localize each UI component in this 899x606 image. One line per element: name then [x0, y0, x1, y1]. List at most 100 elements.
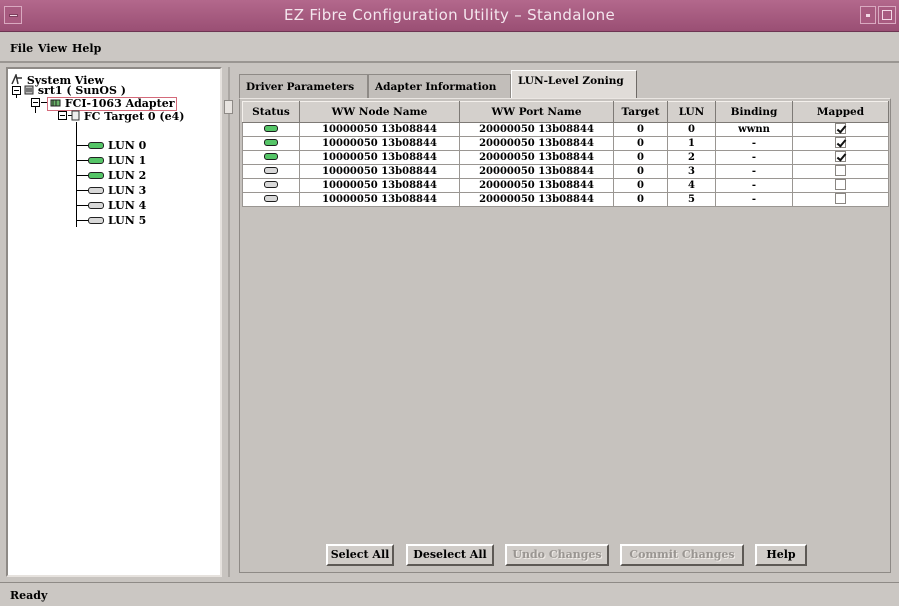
tree-adapter-label: FCI-1063 Adapter	[64, 97, 175, 110]
table-row[interactable]: 10000050 13b08844 20000050 13b08844 0 0 …	[242, 122, 889, 137]
mapped-cell	[792, 122, 889, 137]
mapped-cell	[792, 164, 889, 179]
title-bar: EZ Fibre Configuration Utility – Standal…	[0, 0, 899, 32]
target-cell: 0	[613, 150, 668, 165]
tab-adapter-information[interactable]: Adapter Information	[368, 74, 511, 98]
collapse-adapter-toggle[interactable]	[31, 98, 40, 107]
button-label: Undo Changes	[512, 548, 602, 561]
tree-lun-2[interactable]: LUN 2	[88, 170, 146, 182]
tree-lun-0[interactable]: LUN 0	[88, 140, 146, 152]
tree-lun-1[interactable]: LUN 1	[88, 155, 146, 167]
lun-cell: 4	[667, 178, 716, 193]
tree-connector	[76, 205, 88, 206]
button-label: Select All	[330, 548, 390, 561]
tree-lun-label: LUN 0	[108, 139, 147, 152]
mapped-checkbox[interactable]	[835, 165, 846, 176]
tree-connector	[76, 160, 88, 161]
menu-help[interactable]: Help	[72, 42, 101, 55]
port-name-cell: 20000050 13b08844	[459, 192, 614, 207]
zoning-content: Status WW Node Name WW Port Name Target …	[239, 98, 891, 573]
tree-lun-label: LUN 3	[108, 184, 147, 197]
lun-cell: 0	[667, 122, 716, 137]
tree-target[interactable]: FC Target 0 (e4)	[71, 110, 184, 123]
node-name-cell: 10000050 13b08844	[299, 136, 460, 151]
minimize-button[interactable]	[860, 6, 876, 24]
port-name-cell: 20000050 13b08844	[459, 178, 614, 193]
node-name-cell: 10000050 13b08844	[299, 178, 460, 193]
node-name-cell: 10000050 13b08844	[299, 150, 460, 165]
tree-lun-label: LUN 2	[108, 169, 147, 182]
lun-table: Status WW Node Name WW Port Name Target …	[242, 101, 889, 207]
system-tree[interactable]: System View srt1 ( SunOS ) FCI-1063 Adap…	[6, 67, 222, 577]
lun-disk-icon	[88, 157, 104, 164]
column-header[interactable]: WW Port Name	[459, 101, 614, 123]
tree-lun-5[interactable]: LUN 5	[88, 215, 146, 227]
binding-cell: wwnn	[715, 122, 793, 137]
binding-cell: -	[715, 192, 793, 207]
tree-host[interactable]: srt1 ( SunOS )	[24, 85, 126, 97]
table-row[interactable]: 10000050 13b08844 20000050 13b08844 0 5 …	[242, 192, 889, 207]
table-row[interactable]: 10000050 13b08844 20000050 13b08844 0 4 …	[242, 178, 889, 193]
tree-lun-label: LUN 5	[108, 214, 147, 227]
tree-connector	[76, 220, 88, 221]
status-cell	[242, 192, 300, 207]
help-button[interactable]: Help	[755, 544, 807, 566]
tree-adapter[interactable]: FCI-1063 Adapter	[47, 97, 178, 111]
undo-changes-button[interactable]: Undo Changes	[505, 544, 609, 566]
column-header[interactable]: LUN	[667, 101, 716, 123]
mapped-checkbox[interactable]	[835, 193, 846, 204]
port-name-cell: 20000050 13b08844	[459, 164, 614, 179]
tab-driver-parameters[interactable]: Driver Parameters	[239, 74, 368, 98]
lun-disk-icon	[88, 217, 104, 224]
tab-label: Driver Parameters	[246, 81, 355, 93]
tree-lun-3[interactable]: LUN 3	[88, 185, 146, 197]
binding-cell: -	[715, 178, 793, 193]
menu-view[interactable]: View	[38, 42, 67, 55]
target-cell: 0	[613, 136, 668, 151]
status-cell	[242, 150, 300, 165]
table-row[interactable]: 10000050 13b08844 20000050 13b08844 0 2 …	[242, 150, 889, 165]
select-all-button[interactable]: Select All	[326, 544, 394, 566]
tab-lun-level-zoning[interactable]: LUN-Level Zoning	[511, 70, 637, 99]
table-row[interactable]: 10000050 13b08844 20000050 13b08844 0 3 …	[242, 164, 889, 179]
menu-bar: File View Help	[0, 33, 899, 63]
status-led-icon	[264, 167, 278, 174]
mapped-cell	[792, 136, 889, 151]
splitter-handle[interactable]	[224, 100, 233, 114]
button-label: Help	[766, 548, 796, 561]
action-button-bar: Select All Deselect All Undo Changes Com…	[239, 534, 891, 572]
column-header[interactable]: WW Node Name	[299, 101, 460, 123]
commit-changes-button[interactable]: Commit Changes	[620, 544, 744, 566]
mapped-checkbox[interactable]	[835, 151, 846, 162]
maximize-button[interactable]	[878, 6, 896, 24]
column-header[interactable]: Status	[242, 101, 300, 123]
button-label: Deselect All	[413, 548, 487, 561]
collapse-target-toggle[interactable]	[58, 111, 67, 120]
column-header[interactable]: Target	[613, 101, 668, 123]
tree-lun-4[interactable]: LUN 4	[88, 200, 146, 212]
status-cell	[242, 122, 300, 137]
panel-splitter[interactable]	[228, 67, 230, 577]
status-cell	[242, 136, 300, 151]
column-header[interactable]: Binding	[715, 101, 793, 123]
table-row[interactable]: 10000050 13b08844 20000050 13b08844 0 1 …	[242, 136, 889, 151]
lun-cell: 5	[667, 192, 716, 207]
status-led-icon	[264, 181, 278, 188]
lun-cell: 2	[667, 150, 716, 165]
deselect-all-button[interactable]: Deselect All	[406, 544, 494, 566]
status-led-icon	[264, 139, 278, 146]
collapse-host-toggle[interactable]	[12, 86, 21, 95]
port-name-cell: 20000050 13b08844	[459, 150, 614, 165]
host-icon	[24, 85, 34, 95]
tree-host-label: srt1 ( SunOS )	[37, 84, 126, 97]
mapped-checkbox[interactable]	[835, 123, 846, 134]
target-icon	[71, 110, 80, 121]
menu-file-label: File	[10, 42, 34, 55]
lun-disk-icon	[88, 187, 104, 194]
tree-connector	[76, 145, 88, 146]
menu-file[interactable]: File	[10, 42, 33, 55]
mapped-checkbox[interactable]	[835, 137, 846, 148]
mapped-checkbox[interactable]	[835, 179, 846, 190]
column-header[interactable]: Mapped	[792, 101, 889, 123]
target-cell: 0	[613, 178, 668, 193]
